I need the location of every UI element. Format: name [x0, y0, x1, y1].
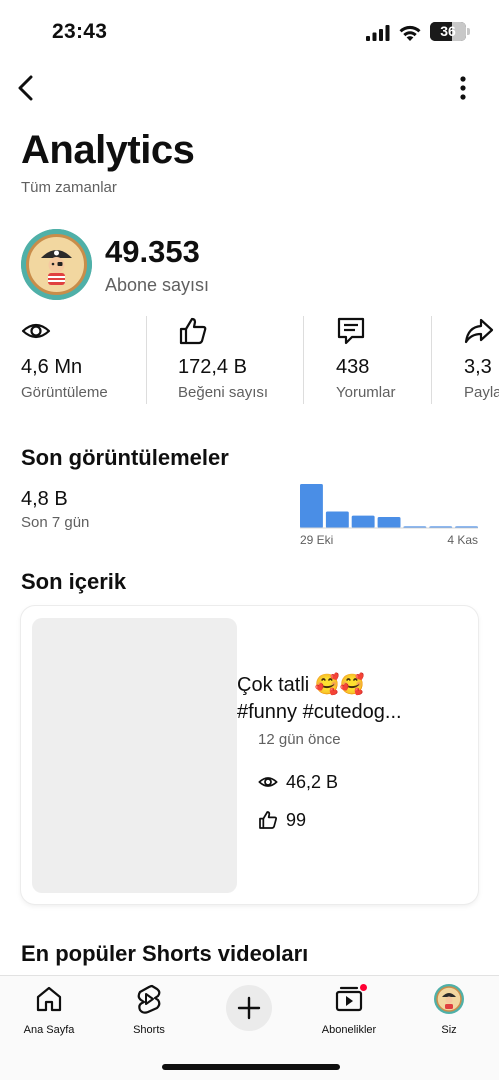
status-bar: 23:43 36 [0, 0, 499, 66]
thumbs-up-icon [179, 317, 207, 345]
more-options-button[interactable] [447, 70, 479, 106]
eye-icon [21, 323, 51, 339]
comment-icon [337, 317, 365, 345]
divider [303, 316, 304, 404]
stat-label: Payla [464, 384, 499, 401]
pirate-avatar-icon [21, 229, 92, 300]
popular-shorts-title: En popüler Shorts videoları [21, 941, 309, 966]
video-likes: 99 [258, 808, 306, 832]
create-button[interactable] [226, 985, 272, 1031]
stat-label: Beğeni sayısı [178, 384, 269, 401]
bottom-navigation: Ana Sayfa Shorts Abonelikler Siz [0, 975, 499, 1080]
more-vertical-icon [460, 76, 466, 100]
chart-tick-label: 29 Eki [300, 533, 333, 547]
channel-avatar[interactable] [21, 229, 92, 300]
stat-value: 3,3 [464, 356, 492, 378]
cellular-signal-icon [366, 25, 390, 41]
status-time: 23:43 [52, 20, 108, 43]
nav-label: Ana Sayfa [23, 1024, 75, 1036]
home-indicator [162, 1064, 340, 1070]
recent-content-title: Son içerik [21, 569, 127, 594]
recent-views-period: Son 7 gün [21, 514, 90, 531]
thumbs-up-icon [259, 811, 278, 829]
battery-icon: 36 [430, 22, 466, 41]
notification-dot [359, 983, 368, 992]
plus-icon [237, 996, 261, 1020]
video-views: 46,2 B [258, 770, 338, 794]
recent-content-card[interactable] [21, 606, 478, 904]
home-icon [36, 986, 62, 1012]
video-thumbnail[interactable] [32, 618, 237, 893]
video-title[interactable]: Çok tatli 🥰🥰 #funny #cutedog... [237, 672, 442, 726]
stat-label: Görüntüleme [21, 384, 108, 401]
chart-bar [351, 515, 375, 528]
nav-label: Siz [441, 1024, 457, 1036]
subscriber-label: Abone sayısı [105, 275, 210, 295]
page-title: Analytics [21, 128, 195, 172]
nav-label: Shorts [133, 1024, 165, 1036]
nav-you[interactable]: Siz [404, 984, 494, 1042]
video-likes-value: 99 [286, 809, 307, 830]
stat-label: Yorumlar [336, 384, 396, 401]
video-time-ago: 12 gün önce [258, 731, 341, 748]
avatar-icon [434, 984, 464, 1014]
divider [146, 316, 147, 404]
stat-value: 4,6 Mn [21, 356, 83, 378]
video-title-line: #funny #cutedog... [237, 701, 402, 723]
eye-icon [258, 777, 278, 787]
nav-label: Abonelikler [321, 1024, 377, 1036]
video-views-value: 46,2 B [286, 771, 339, 792]
recent-views-value: 4,8 B [21, 488, 68, 510]
stat-value: 438 [336, 356, 370, 378]
stat-value: 172,4 B [178, 356, 247, 378]
battery-tip [467, 28, 470, 35]
divider [431, 316, 432, 404]
chart-tick-label: 4 Kas [447, 533, 478, 547]
chart-bar [300, 484, 323, 528]
nav-home[interactable]: Ana Sayfa [4, 984, 94, 1042]
analytics-page: 23:43 36 Analytics Tüm zamanlar 49.353 A… [0, 0, 499, 1080]
share-icon [464, 318, 494, 344]
subscriber-count: 49.353 [105, 234, 200, 269]
page-subtitle: Tüm zamanlar [21, 179, 117, 196]
nav-shorts[interactable]: Shorts [104, 984, 194, 1042]
wifi-icon [399, 25, 421, 41]
recent-views-chart[interactable]: 29 Eki 4 Kas [300, 480, 478, 548]
chart-bar [377, 517, 401, 528]
shorts-icon [137, 984, 161, 1014]
arrow-back-icon [18, 75, 33, 101]
stats-row: 4,6 Mn Görüntüleme 172,4 B Beğeni sayısı… [0, 314, 499, 406]
battery-level: 36 [440, 23, 456, 39]
recent-views-title: Son görüntülemeler [21, 445, 229, 470]
back-button[interactable] [10, 70, 42, 106]
nav-subscriptions[interactable]: Abonelikler [304, 983, 394, 1042]
chart-bar [325, 511, 349, 528]
video-title-line: Çok tatli 🥰🥰 [237, 674, 365, 696]
